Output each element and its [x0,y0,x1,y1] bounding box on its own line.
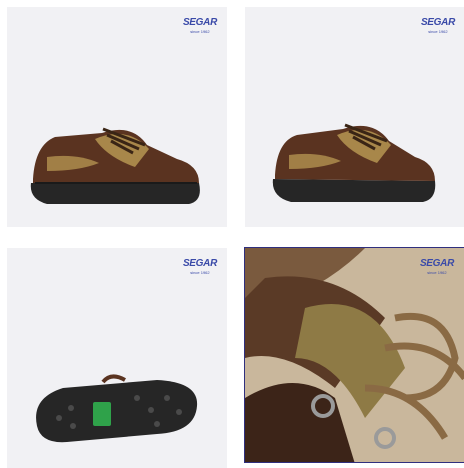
brand-logo: SEGAR since 1962 [420,259,454,275]
sole-badge [93,402,111,426]
shoe-side-alt-image [272,123,436,202]
brand-name: SEGAR [420,17,455,28]
brand-name: SEGAR [182,258,217,269]
brand-logo: SEGAR since 1962 [183,18,217,34]
brand-logo: SEGAR since 1962 [183,259,217,275]
brand-tagline: since 1962 [190,29,210,34]
thumbnail-side-view-alt[interactable]: SEGAR since 1962 [245,7,464,227]
brand-tagline: since 1962 [190,270,210,275]
shoe-detail-image [245,248,464,462]
brand-name: SEGAR [182,17,217,28]
thumbnail-sole-view[interactable]: SEGAR since 1962 [7,248,227,468]
brand-name: SEGAR [419,258,454,269]
shoe-sole-image [36,374,198,443]
brand-tagline: since 1962 [427,270,447,275]
thumbnail-detail-view[interactable]: SEGAR since 1962 [244,247,464,463]
brand-tagline: since 1962 [428,29,448,34]
thumbnail-side-view[interactable]: SEGAR since 1962 [7,7,227,227]
brand-logo: SEGAR since 1962 [421,18,455,34]
shoe-side-image [30,127,200,204]
